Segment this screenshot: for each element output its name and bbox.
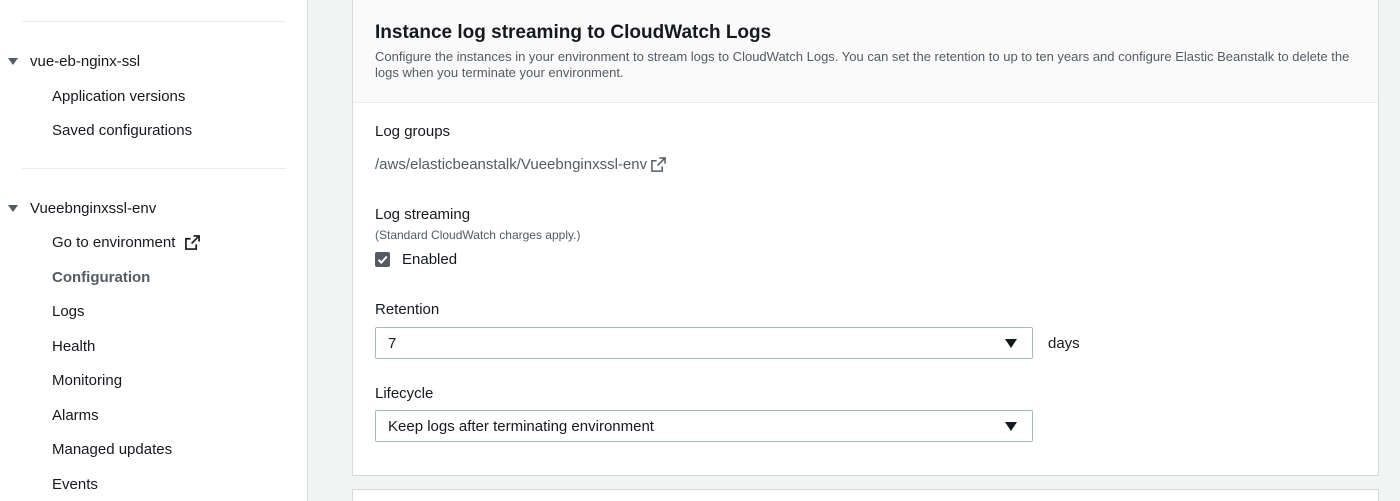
- sidebar-item-label: Application versions: [52, 88, 186, 105]
- log-groups-label: Log groups: [375, 123, 451, 140]
- caret-down-icon: [8, 205, 18, 212]
- enabled-checkbox-label: Enabled: [402, 251, 458, 268]
- sidebar-item-configuration[interactable]: Configuration: [52, 269, 150, 286]
- sidebar-item-monitoring[interactable]: Monitoring: [52, 372, 122, 389]
- app-group-name: vue-eb-nginx-ssl: [30, 53, 141, 70]
- sidebar-item-label: Alarms: [52, 407, 99, 424]
- sidebar-item-label: Health: [52, 338, 96, 355]
- log-streaming-label: Log streaming: [375, 206, 471, 223]
- sidebar-item-label: Events: [52, 476, 98, 493]
- lifecycle-label: Lifecycle: [375, 385, 434, 402]
- sidebar-item-managed-updates[interactable]: Managed updates: [52, 441, 172, 458]
- lifecycle-select[interactable]: Keep logs after terminating environment: [375, 410, 1033, 442]
- app-group-toggle[interactable]: vue-eb-nginx-ssl: [8, 53, 140, 70]
- env-group-toggle[interactable]: Vueebnginxssl-env: [8, 200, 156, 217]
- log-group-link-text: /aws/elasticbeanstalk/Vueebnginxssl-env: [375, 156, 648, 173]
- sidebar-divider: [22, 168, 286, 169]
- checkmark-icon: [377, 255, 388, 265]
- log-streaming-checkbox-row[interactable]: Enabled: [375, 251, 457, 268]
- sidebar: vue-eb-nginx-ssl Application versions Sa…: [0, 0, 308, 501]
- sidebar-item-alarms[interactable]: Alarms: [52, 407, 99, 424]
- sidebar-item-health[interactable]: Health: [52, 338, 95, 355]
- sidebar-item-go-to-environment[interactable]: Go to environment: [52, 234, 201, 251]
- caret-down-icon: [1005, 422, 1017, 431]
- caret-down-icon: [8, 58, 18, 65]
- sidebar-divider: [22, 21, 286, 22]
- sidebar-item-label: Configuration: [52, 269, 151, 286]
- retention-select-value: 7: [388, 334, 397, 352]
- sidebar-item-logs[interactable]: Logs: [52, 303, 85, 320]
- env-group-name: Vueebnginxssl-env: [30, 200, 157, 217]
- external-link-icon: [185, 235, 201, 250]
- retention-label: Retention: [375, 301, 440, 318]
- external-link-icon: [651, 157, 666, 172]
- sidebar-item-label: Saved configurations: [52, 122, 193, 139]
- panel-header: Instance log streaming to CloudWatch Log…: [353, 0, 1378, 103]
- caret-down-icon: [1005, 339, 1017, 348]
- retention-unit: days: [1048, 335, 1080, 352]
- sidebar-item-saved-configurations[interactable]: Saved configurations: [52, 122, 192, 139]
- log-group-link[interactable]: /aws/elasticbeanstalk/Vueebnginxssl-env: [375, 156, 666, 173]
- sidebar-item-label: Managed updates: [52, 441, 173, 458]
- panel-title: Instance log streaming to CloudWatch Log…: [375, 22, 772, 43]
- sidebar-item-label: Go to environment: [52, 234, 176, 251]
- panel-description: Configure the instances in your environm…: [375, 49, 1350, 80]
- sidebar-item-label: Monitoring: [52, 372, 123, 389]
- next-panel-edge: [352, 489, 1379, 501]
- sidebar-item-application-versions[interactable]: Application versions: [52, 88, 185, 105]
- sidebar-item-events[interactable]: Events: [52, 476, 98, 493]
- sidebar-item-label: Logs: [52, 303, 85, 320]
- lifecycle-select-value: Keep logs after terminating environment: [388, 417, 654, 435]
- log-streaming-note: (Standard CloudWatch charges apply.): [375, 228, 581, 242]
- retention-select[interactable]: 7: [375, 327, 1033, 359]
- enabled-checkbox[interactable]: [375, 252, 390, 267]
- log-streaming-panel: Instance log streaming to CloudWatch Log…: [352, 0, 1379, 476]
